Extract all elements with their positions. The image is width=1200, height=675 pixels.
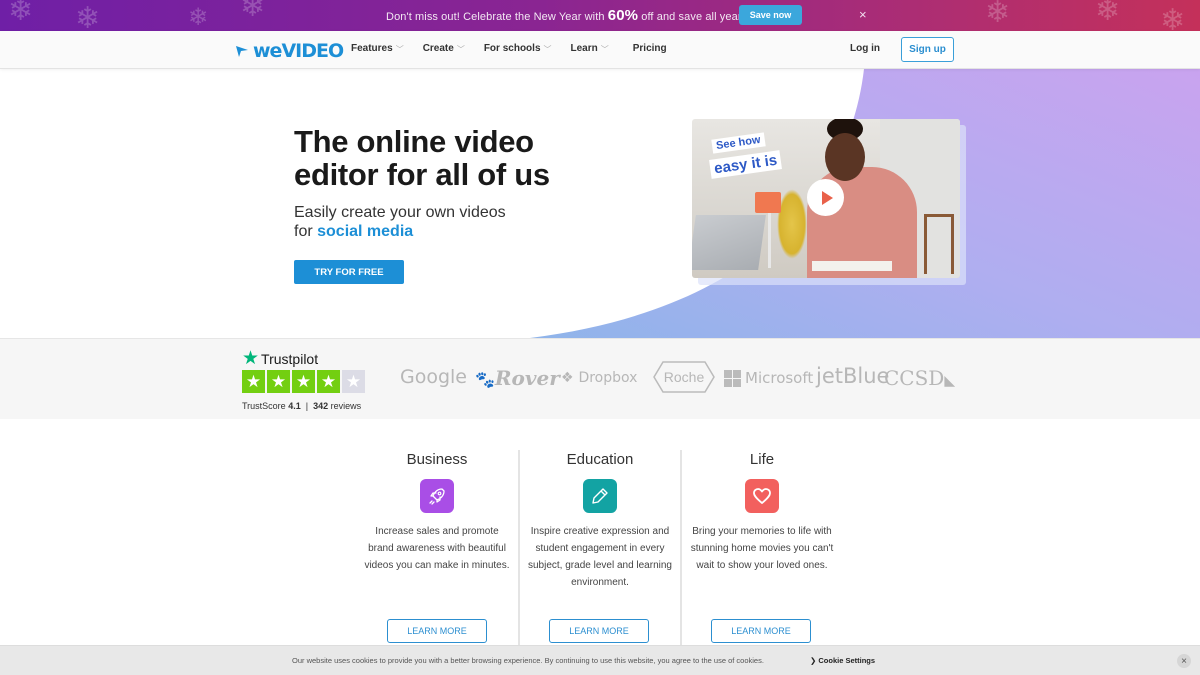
snowflake-icon: ❄: [1095, 0, 1121, 27]
cookie-banner: Our website uses cookies to provide you …: [0, 645, 1200, 675]
chevron-down-icon: ﹀: [600, 45, 609, 54]
nav-item-pricing[interactable]: Pricing: [633, 43, 667, 54]
hero-gradient-background: [530, 69, 1200, 338]
dropbox-icon: ❖: [561, 370, 574, 386]
hero-subtitle: Easily create your own videos for social…: [294, 204, 506, 240]
rover-logo: 🐾Rover: [475, 366, 560, 390]
trustpilot-star-icon: ★: [242, 348, 260, 369]
snowflake-icon: ❄: [240, 0, 266, 23]
trustpilot-rating-stars: ★ ★ ★ ★ ★: [242, 370, 365, 393]
close-icon[interactable]: ×: [859, 7, 867, 22]
star-filled-icon: ★: [317, 370, 340, 393]
snowflake-icon: ❄: [985, 0, 1011, 29]
microsoft-grid-icon: [724, 369, 741, 387]
top-nav: wevideo Features ﹀ Create ﹀ For schools ﹀ L…: [0, 31, 1200, 69]
category-title: Business: [406, 451, 468, 468]
social-proof-strip: ★ Trustpilot ★ ★ ★ ★ ★ TrustScore 4.1 | 342 …: [0, 338, 1200, 419]
snowflake-icon: ❄: [75, 2, 101, 32]
video-phone: [755, 192, 781, 213]
category-description: Increase sales and promote brand awarene…: [364, 526, 510, 571]
video-tag-line2: easy it is: [709, 150, 783, 179]
categories-section: Business Increase sales and promote bran…: [356, 450, 844, 645]
microsoft-logo: Microsoft: [724, 369, 813, 387]
cookie-settings-link[interactable]: ❯ Cookie Settings: [810, 656, 875, 665]
hero-title: The online video editor for all of us: [294, 124, 550, 192]
signup-button[interactable]: Sign up: [901, 37, 954, 62]
nav-menu: Features ﹀ Create ﹀ For schools ﹀ Learn ﹀ Pr…: [351, 43, 686, 54]
nav-item-learn[interactable]: Learn ﹀: [571, 43, 609, 54]
logo-mark-icon: [236, 46, 248, 57]
snowflake-icon: ❄: [8, 0, 34, 27]
promo-banner: ❄ ❄ ❄ ❄ ❄ ❄ ❄ Don't miss out! Celebrate …: [0, 0, 1200, 31]
nav-item-for-schools[interactable]: For schools ﹀: [484, 43, 552, 54]
heart-icon: [745, 479, 779, 513]
video-plant: [777, 189, 807, 259]
save-now-button[interactable]: Save now: [739, 5, 802, 25]
video-phone-stand: [768, 213, 771, 268]
chevron-down-icon: ﹀: [395, 45, 404, 54]
category-description: Bring your memories to life with stunnin…: [690, 526, 834, 571]
google-logo: Google: [400, 366, 468, 388]
star-filled-icon: ★: [292, 370, 315, 393]
category-education: Education Inspire creative expression an…: [518, 450, 680, 645]
pencil-icon: [583, 479, 617, 513]
category-description: Inspire creative expression and student …: [528, 526, 672, 588]
chevron-down-icon: ﹀: [543, 45, 552, 54]
ccsd-logo: CCSD◣: [884, 366, 956, 390]
subtitle-accent: social media: [317, 223, 414, 240]
jetblue-logo: jetBlue: [816, 364, 890, 388]
snowflake-icon: ❄: [1160, 4, 1186, 32]
logo-text: wevideo: [253, 40, 344, 62]
category-business: Business Increase sales and promote bran…: [356, 450, 518, 645]
hero-section: The online video editor for all of us Ea…: [0, 69, 1200, 338]
promo-text: Don't miss out! Celebrate the New Year w…: [386, 7, 766, 24]
nav-item-create[interactable]: Create ﹀: [423, 43, 465, 54]
category-title: Education: [566, 451, 634, 468]
hero-video-thumbnail[interactable]: See how easy it is: [692, 119, 960, 278]
category-life: Life Bring your memories to life with st…: [680, 450, 842, 645]
snowflake-icon: ❄: [188, 4, 209, 31]
category-title: Life: [749, 451, 775, 468]
video-person-head: [825, 133, 865, 181]
paw-icon: 🐾: [475, 370, 495, 389]
star-filled-icon: ★: [267, 370, 290, 393]
roche-logo: Roche: [653, 361, 715, 393]
video-tag-line1: See how: [711, 132, 766, 154]
rocket-icon: [420, 479, 454, 513]
dropbox-logo: ❖ Dropbox: [561, 370, 638, 386]
chevron-down-icon: ﹀: [456, 45, 465, 54]
video-laptop: [692, 215, 766, 270]
play-button[interactable]: [807, 179, 844, 216]
trustpilot-score: TrustScore 4.1 | 342 reviews: [242, 401, 362, 411]
video-paper: [812, 261, 892, 271]
nav-item-features[interactable]: Features ﹀: [351, 43, 404, 54]
wevideo-logo[interactable]: wevideo: [236, 40, 344, 62]
cookie-close-icon[interactable]: ×: [1177, 654, 1191, 668]
play-icon: [821, 190, 833, 205]
learn-more-business-button[interactable]: LEARN MORE: [387, 619, 487, 643]
ccsd-pencil-icon: ◣: [944, 373, 956, 389]
learn-more-education-button[interactable]: LEARN MORE: [549, 619, 649, 643]
star-filled-icon: ★: [242, 370, 265, 393]
login-link[interactable]: Log in: [850, 43, 880, 54]
learn-more-life-button[interactable]: LEARN MORE: [711, 619, 811, 643]
try-for-free-button[interactable]: TRY FOR FREE: [294, 260, 404, 284]
trustpilot-brand[interactable]: ★ Trustpilot: [242, 347, 318, 370]
star-empty-icon: ★: [342, 370, 365, 393]
cookie-text: Our website uses cookies to provide you …: [292, 656, 764, 665]
video-chair: [924, 214, 954, 274]
